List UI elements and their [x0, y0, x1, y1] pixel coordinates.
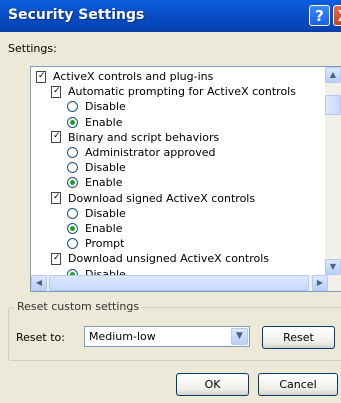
tree-item-label: Prompt	[85, 237, 125, 251]
tree-folder-item[interactable]: Download unsigned ActiveX controls	[51, 251, 269, 266]
tree-option-item[interactable]: Prompt	[67, 236, 124, 251]
horizontal-scrollbar[interactable]: ◀ ▶	[31, 275, 341, 291]
cancel-button[interactable]: Cancel	[258, 373, 338, 396]
tree-option-item[interactable]: Enable	[67, 175, 122, 190]
vertical-scrollbar[interactable]: ▲ ▼	[325, 67, 341, 275]
tree-item-label: Enable	[85, 176, 123, 190]
setting-folder-icon	[51, 84, 61, 99]
security-settings-dialog: Security Settings ? X Settings: ActiveX …	[0, 0, 341, 403]
reset-group-legend: Reset custom settings	[14, 300, 143, 313]
tree-option-item[interactable]: Disable	[67, 99, 126, 114]
radio-unselected-icon[interactable]	[67, 147, 78, 158]
tree-option-item[interactable]: Enable	[67, 115, 122, 130]
vertical-scroll-thumb[interactable]	[325, 95, 341, 115]
tree-item-label: Disable	[85, 206, 126, 220]
tree-folder-item[interactable]: ActiveX controls and plug-ins	[36, 69, 213, 84]
setting-folder-icon	[36, 69, 46, 84]
radio-selected-icon[interactable]	[67, 177, 78, 189]
tree-item-label: Enable	[85, 222, 123, 235]
tree-item-label: Automatic prompting for ActiveX controls	[68, 85, 296, 99]
tree-folder-item[interactable]: Automatic prompting for ActiveX controls	[51, 84, 296, 99]
reset-to-label: Reset to:	[16, 331, 65, 344]
tree-option-item[interactable]: Administrator approved	[67, 145, 215, 160]
scroll-up-arrow-icon[interactable]: ▲	[325, 67, 341, 83]
settings-tree[interactable]: ActiveX controls and plug-ins Automatic p…	[30, 66, 341, 292]
setting-folder-icon	[51, 251, 61, 266]
tree-item-label: Enable	[85, 115, 123, 129]
setting-folder-icon	[51, 129, 61, 144]
chevron-down-icon[interactable]: ▼	[231, 328, 248, 345]
reset-level-select[interactable]: Medium-low ▼	[84, 326, 250, 347]
tree-item-label: Disable	[85, 267, 126, 275]
tree-item-label: Administrator approved	[85, 146, 216, 159]
tree-option-item[interactable]: Disable	[67, 267, 126, 275]
radio-unselected-icon[interactable]	[67, 207, 78, 219]
horizontal-scroll-thumb[interactable]	[49, 275, 309, 291]
tree-item-label: Download signed ActiveX controls	[68, 191, 256, 205]
ok-button[interactable]: OK	[176, 373, 249, 396]
reset-button[interactable]: Reset	[262, 326, 335, 349]
tree-option-item[interactable]: Enable	[67, 221, 122, 236]
tree-option-item[interactable]: Disable	[67, 160, 126, 175]
window-title: Security Settings	[8, 7, 145, 23]
radio-unselected-icon[interactable]	[67, 101, 78, 113]
reset-level-value: Medium-low	[89, 330, 156, 343]
tree-folder-item[interactable]: Binary and script behaviors	[51, 129, 220, 145]
tree-item-label: Download unsigned ActiveX controls	[68, 252, 270, 266]
settings-tree-viewport: ActiveX controls and plug-ins Automatic p…	[31, 67, 341, 275]
title-bar: Security Settings ? X	[0, 0, 341, 32]
settings-label: Settings:	[8, 42, 57, 55]
tree-item-label: Disable	[85, 100, 126, 114]
setting-folder-icon	[51, 190, 61, 205]
scroll-down-arrow-icon[interactable]: ▼	[325, 259, 341, 275]
close-button[interactable]: X	[333, 5, 341, 26]
tree-option-item[interactable]: Disable	[67, 206, 126, 221]
scroll-left-arrow-icon[interactable]: ◀	[31, 275, 47, 291]
radio-unselected-icon[interactable]	[67, 162, 78, 174]
help-button[interactable]: ?	[309, 5, 330, 26]
radio-selected-icon[interactable]	[67, 116, 78, 128]
radio-selected-icon[interactable]	[67, 223, 78, 234]
tree-folder-item[interactable]: Download signed ActiveX controls	[51, 190, 256, 206]
tree-item-label: ActiveX controls and plug-ins	[53, 70, 214, 83]
scroll-right-arrow-icon[interactable]: ▶	[312, 275, 328, 291]
tree-item-label: Binary and script behaviors	[68, 130, 220, 144]
radio-unselected-icon[interactable]	[67, 238, 78, 250]
tree-item-label: Disable	[85, 161, 126, 175]
